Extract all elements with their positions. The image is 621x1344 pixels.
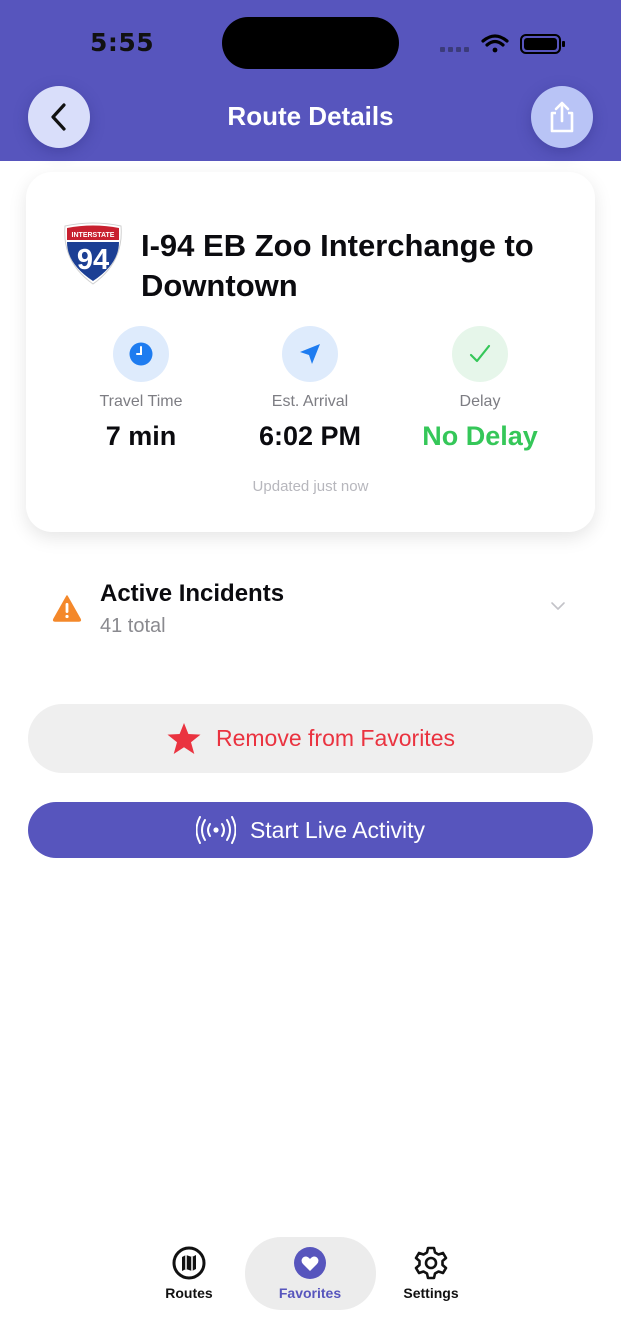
wifi-icon — [481, 34, 509, 53]
battery-icon — [520, 34, 565, 54]
chevron-down-icon — [551, 602, 565, 610]
clock-icon — [129, 342, 153, 366]
share-button[interactable] — [531, 86, 593, 148]
share-icon — [550, 101, 574, 133]
active-incidents-row[interactable]: Active Incidents 41 total — [52, 578, 572, 642]
star-icon — [167, 722, 201, 754]
tab-routes-label: Routes — [165, 1285, 213, 1301]
status-time: 5:55 — [90, 28, 155, 57]
route-summary-card: INTERSTATE 94 I-94 EB Zoo Interchange to… — [26, 172, 595, 532]
delay-stat: Delay No Delay — [405, 326, 555, 452]
arrival-icon-bg — [282, 326, 338, 382]
updated-timestamp: Updated just now — [252, 478, 369, 495]
checkmark-icon — [469, 344, 491, 363]
incidents-title: Active Incidents — [100, 580, 285, 607]
delay-value: No Delay — [422, 421, 538, 451]
header-bar: 5:55 Route Details — [0, 0, 621, 161]
gear-icon — [414, 1246, 448, 1280]
remove-favorite-button[interactable]: Remove from Favorites — [28, 704, 593, 773]
arrival-label: Est. Arrival — [271, 393, 349, 410]
travel-time-value: 7 min — [105, 421, 177, 451]
dynamic-island — [222, 17, 399, 69]
travel-time-label: Travel Time — [99, 393, 183, 410]
start-live-activity-label: Start Live Activity — [249, 816, 426, 843]
delay-icon-bg — [452, 326, 508, 382]
tab-settings-label: Settings — [403, 1285, 459, 1301]
route-title: I-94 EB Zoo Interchange to Downtown — [141, 228, 534, 303]
broadcast-icon — [195, 816, 236, 844]
tab-favorites-label: Favorites — [278, 1285, 342, 1301]
status-icons — [440, 34, 565, 54]
incidents-count: 41 total — [100, 615, 166, 637]
arrival-stat: Est. Arrival 6:02 PM — [235, 326, 385, 452]
map-icon — [172, 1246, 206, 1280]
warning-triangle-icon — [52, 595, 82, 622]
heart-icon — [294, 1247, 326, 1279]
tab-favorites[interactable]: Favorites — [250, 1245, 370, 1301]
page-title: Route Details — [227, 101, 394, 131]
start-live-activity-button[interactable]: Start Live Activity — [28, 802, 593, 858]
travel-time-icon-bg — [113, 326, 169, 382]
remove-favorite-label: Remove from Favorites — [215, 725, 455, 751]
tab-routes[interactable]: Routes — [129, 1245, 249, 1301]
delay-label: Delay — [459, 393, 501, 410]
cellular-signal-icon — [440, 47, 469, 52]
arrival-value: 6:02 PM — [258, 421, 362, 451]
shield-number: 94 — [77, 244, 109, 276]
interstate-shield-icon: INTERSTATE 94 — [64, 222, 122, 285]
shield-top-text: INTERSTATE — [72, 232, 115, 239]
location-arrow-icon — [300, 344, 320, 364]
tab-settings[interactable]: Settings — [371, 1245, 491, 1301]
travel-time-stat: Travel Time 7 min — [66, 326, 216, 452]
